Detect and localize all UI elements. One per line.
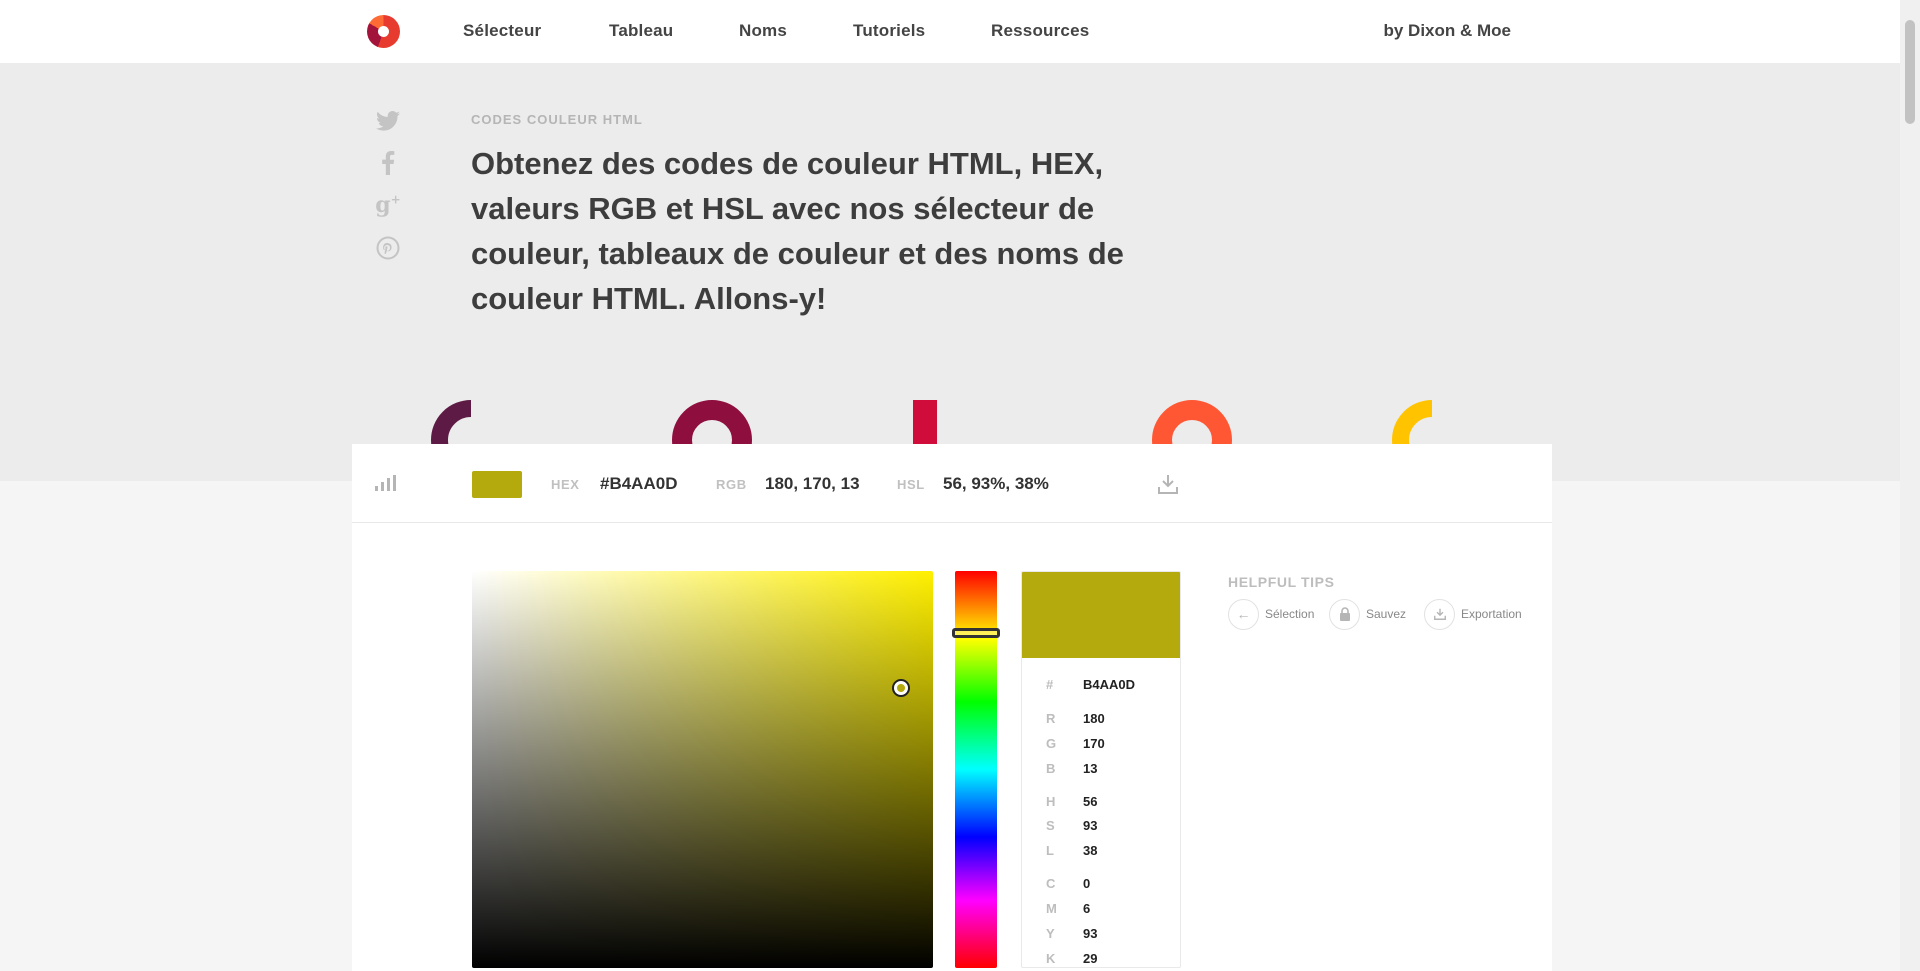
nav-link-selecteur[interactable]: Sélecteur [463,21,541,41]
helpful-tips-title: HELPFUL TIPS [1228,574,1335,590]
color-preview [1022,572,1180,658]
twitter-icon[interactable] [375,108,401,134]
color-values-panel: # B4AA0D R 180 G 170 B 13 H 56 S 93 L 38… [1021,571,1181,968]
page-scrollbar[interactable] [1900,0,1920,971]
tip-export[interactable]: Exportation [1424,598,1522,630]
pinterest-icon[interactable] [375,235,401,261]
nav-link-tableau[interactable]: Tableau [609,21,673,41]
hero-section: g+ CODES COULEUR HTML Obtenez des codes … [0,63,1900,481]
eyebrow-label: CODES COULEUR HTML [471,112,643,127]
red-field[interactable]: 180 [1083,711,1105,726]
saturation-picker-handle[interactable] [891,678,910,697]
bar-chart-icon[interactable] [375,475,401,491]
download-icon[interactable] [1156,472,1180,496]
hue-slider-handle[interactable] [952,627,1000,638]
color-swatch [472,471,522,498]
color-picker-card: HEX #B4AA0D RGB 180, 170, 13 HSL 56, 93%… [352,444,1552,971]
tip-selection[interactable]: ← Sélection [1228,598,1314,630]
logo[interactable] [367,15,400,48]
yellow-field[interactable]: 93 [1083,926,1097,941]
nav-byline[interactable]: by Dixon & Moe [1383,21,1511,41]
rgb-value[interactable]: 180, 170, 13 [765,474,860,494]
hex-label: HEX [551,477,580,492]
hue-field[interactable]: 56 [1083,794,1097,809]
lock-icon [1329,598,1360,630]
hex-value[interactable]: #B4AA0D [600,474,677,494]
hsl-value[interactable]: 56, 93%, 38% [943,474,1049,494]
google-plus-icon[interactable]: g+ [375,192,401,218]
top-navigation: Sélecteur Tableau Noms Tutoriels Ressour… [0,0,1900,63]
rgb-label: RGB [716,477,747,492]
nav-link-noms[interactable]: Noms [739,21,787,41]
hsl-label: HSL [897,477,925,492]
green-field[interactable]: 170 [1083,736,1105,751]
cyan-field[interactable]: 0 [1083,876,1090,891]
facebook-icon[interactable] [375,150,401,176]
color-toolbar: HEX #B4AA0D RGB 180, 170, 13 HSL 56, 93%… [352,444,1552,523]
lightness-field[interactable]: 38 [1083,843,1097,858]
saturation-value-picker[interactable] [472,571,933,968]
download-icon [1424,598,1455,630]
arrow-left-icon: ← [1228,598,1259,630]
nav-link-ressources[interactable]: Ressources [991,21,1089,41]
magenta-field[interactable]: 6 [1083,901,1090,916]
nav-link-tutoriels[interactable]: Tutoriels [853,21,925,41]
saturation-field[interactable]: 93 [1083,818,1097,833]
scrollbar-thumb[interactable] [1905,20,1915,124]
tip-save[interactable]: Sauvez [1329,598,1406,630]
hex-field[interactable]: B4AA0D [1083,677,1135,692]
key-field[interactable]: 29 [1083,951,1097,966]
blue-field[interactable]: 13 [1083,761,1097,776]
page-title: Obtenez des codes de couleur HTML, HEX, … [471,146,1124,316]
